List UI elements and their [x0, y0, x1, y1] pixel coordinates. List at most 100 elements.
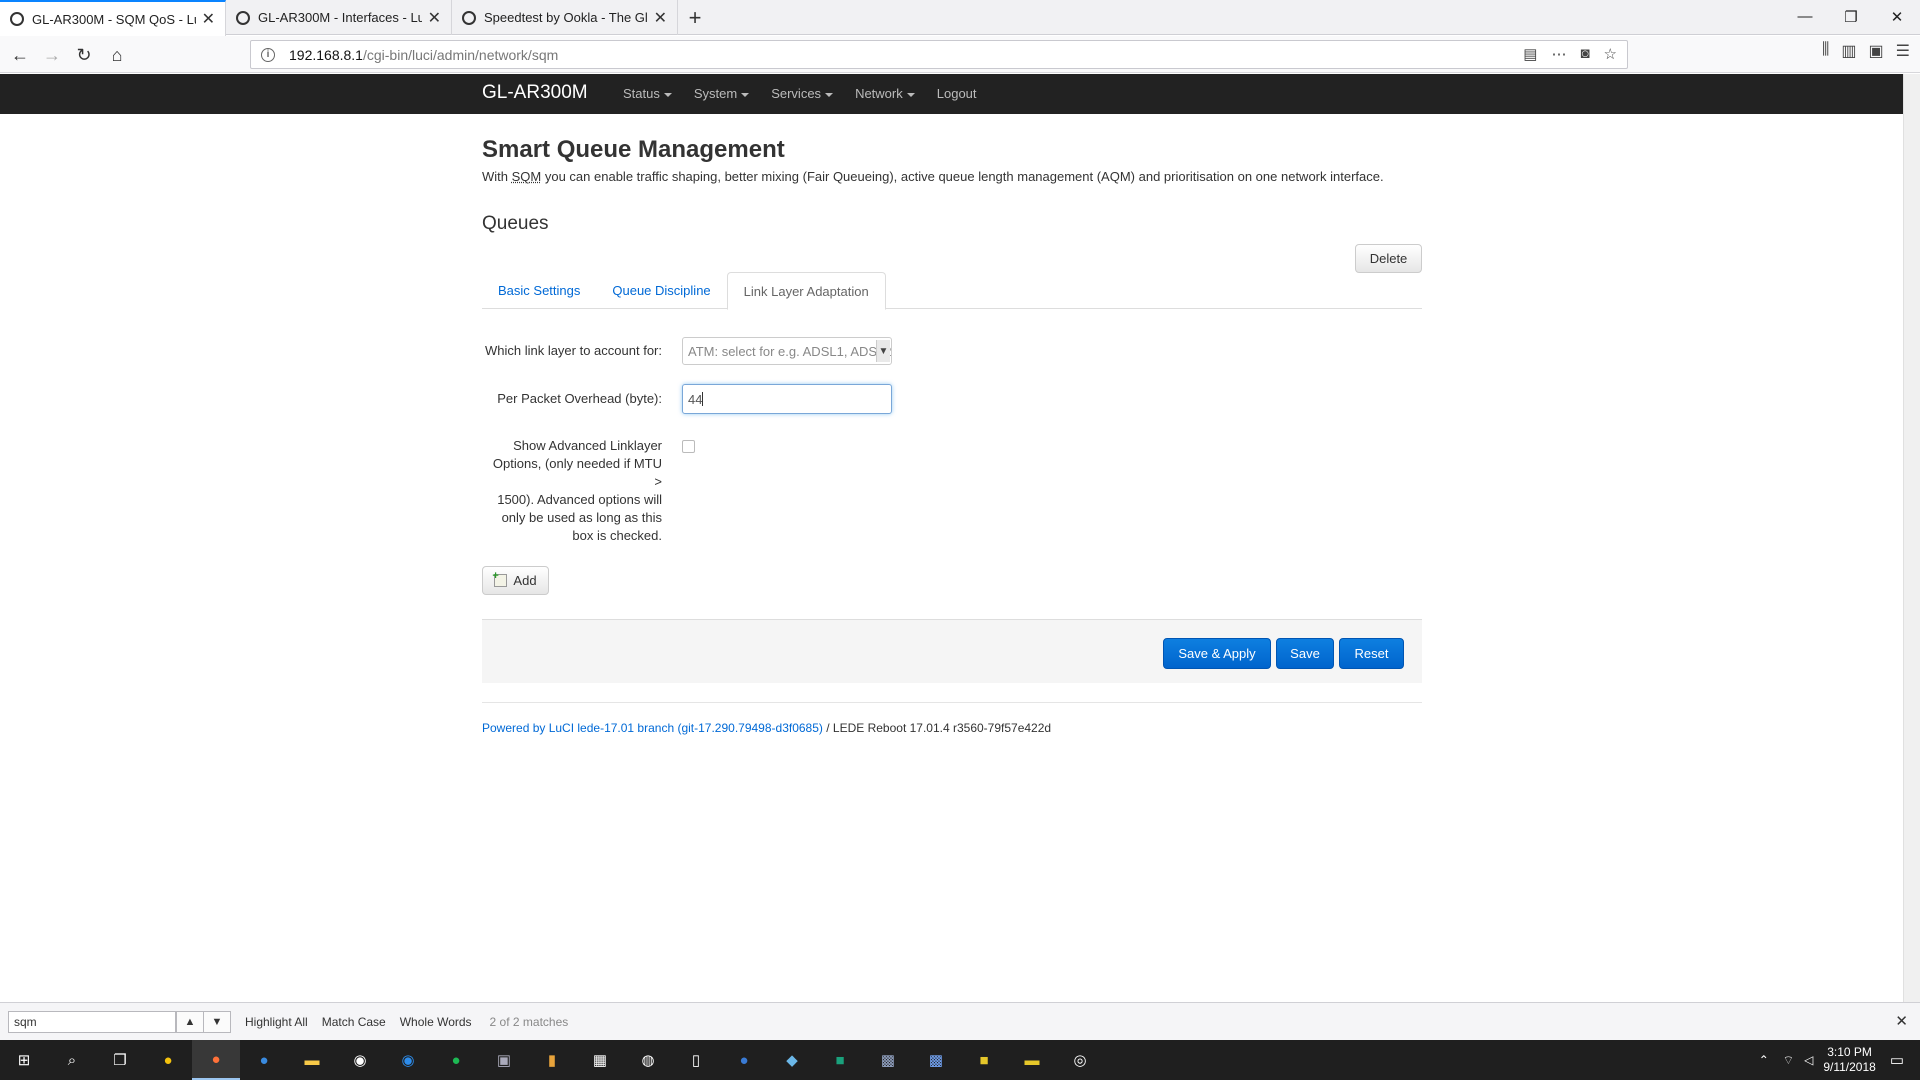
- obs-icon[interactable]: ◎: [1056, 1040, 1104, 1080]
- epic-games-icon[interactable]: ▦: [576, 1040, 624, 1080]
- browser-tab-strip: GL-AR300M - SQM QoS - LuCI ✕ GL-AR300M -…: [0, 0, 1920, 36]
- menu-network[interactable]: Network: [855, 86, 915, 101]
- overhead-label: Per Packet Overhead (byte):: [497, 391, 662, 406]
- find-previous-icon[interactable]: ▲: [176, 1010, 204, 1033]
- chat-icon[interactable]: ●: [720, 1040, 768, 1080]
- delete-button[interactable]: Delete: [1355, 244, 1422, 273]
- url-bar[interactable]: i 192.168.8.1/cgi-bin/luci/admin/network…: [250, 40, 1628, 69]
- link-layer-value: ATM: select for e.g. ADSL1, ADSL2, ADSL2…: [688, 343, 892, 359]
- page-scrollbar[interactable]: [1903, 74, 1920, 1002]
- new-tab-button[interactable]: +: [678, 0, 712, 35]
- tab-title: Speedtest by Ookla - The Glob: [484, 10, 648, 25]
- menu-status[interactable]: Status: [623, 86, 672, 101]
- sidebar-icon[interactable]: ▥: [1841, 41, 1856, 61]
- find-input[interactable]: sqm: [8, 1010, 176, 1033]
- minimize-icon[interactable]: —: [1782, 0, 1828, 33]
- tab-link-layer-adaptation[interactable]: Link Layer Adaptation: [726, 272, 886, 310]
- search-icon[interactable]: ⌕: [48, 1040, 96, 1080]
- reader-view-icon[interactable]: ▤: [1523, 45, 1537, 63]
- add-section-icon: +: [492, 570, 508, 587]
- add-button[interactable]: + Add: [482, 566, 549, 595]
- close-tab-icon[interactable]: ✕: [202, 9, 215, 29]
- sway-icon[interactable]: ■: [816, 1040, 864, 1080]
- page-actions-icon[interactable]: ⋯: [1551, 45, 1566, 63]
- caret-down-icon: [825, 92, 834, 97]
- wifi-icon[interactable]: ⌔: [1783, 1053, 1794, 1068]
- firefox-icon[interactable]: ●: [192, 1040, 240, 1080]
- volume-icon[interactable]: ◁: [1804, 1053, 1813, 1067]
- menu-system[interactable]: System: [694, 86, 750, 101]
- tab-title: GL-AR300M - SQM QoS - LuCI: [32, 11, 196, 27]
- document-icon[interactable]: ▯: [672, 1040, 720, 1080]
- highlight-all-toggle[interactable]: Highlight All: [245, 1015, 308, 1029]
- browser-tab-sqm[interactable]: GL-AR300M - SQM QoS - LuCI ✕: [0, 0, 226, 36]
- notifications-icon[interactable]: ▭: [1890, 1051, 1904, 1069]
- close-tab-icon[interactable]: ✕: [428, 8, 441, 28]
- save-apply-button[interactable]: Save & Apply: [1163, 638, 1271, 669]
- library-icon[interactable]: ⫼: [1822, 41, 1829, 61]
- site-info-icon[interactable]: i: [261, 47, 275, 62]
- back-icon[interactable]: ←: [6, 41, 34, 69]
- footer: Powered by LuCI lede-17.01 branch (git-1…: [482, 721, 1052, 735]
- start-icon[interactable]: ⊞: [0, 1040, 48, 1080]
- caret-down-icon: [663, 92, 672, 97]
- mail-icon[interactable]: ●: [240, 1040, 288, 1080]
- match-case-toggle[interactable]: Match Case: [322, 1015, 386, 1029]
- tray-overflow-icon[interactable]: ⌃: [1759, 1053, 1769, 1067]
- restore-icon[interactable]: ❐: [1828, 0, 1874, 33]
- luci-header: GL-AR300M Status System Services Network…: [0, 74, 1903, 114]
- link-layer-select[interactable]: ATM: select for e.g. ADSL1, ADSL2, ADSL2…: [682, 337, 892, 365]
- luci-favicon-icon: [236, 10, 250, 25]
- close-window-icon[interactable]: ✕: [1874, 0, 1920, 33]
- overhead-input[interactable]: 44: [682, 384, 892, 414]
- menu-logout[interactable]: Logout: [937, 86, 977, 101]
- media-icon[interactable]: ▬: [1008, 1040, 1056, 1080]
- speedtest-favicon-icon: [462, 10, 476, 25]
- text-caret: [702, 392, 704, 406]
- notes-icon[interactable]: ▮: [528, 1040, 576, 1080]
- sqm-abbr: SQM: [511, 169, 542, 184]
- close-findbar-icon[interactable]: ✕: [1895, 1012, 1908, 1030]
- forward-icon[interactable]: →: [38, 41, 66, 69]
- tab-queue-discipline[interactable]: Queue Discipline: [596, 272, 726, 309]
- reload-icon[interactable]: ↻: [70, 41, 98, 69]
- discord-icon[interactable]: ▣: [480, 1040, 528, 1080]
- browser-tab-speedtest[interactable]: Speedtest by Ookla - The Glob ✕: [452, 0, 678, 35]
- hamburger-menu-icon[interactable]: ☰: [1896, 41, 1910, 61]
- home-icon[interactable]: ⌂: [103, 41, 131, 69]
- caret-down-icon: [741, 92, 750, 97]
- caret-down-icon: [906, 92, 915, 97]
- find-next-icon[interactable]: ▼: [203, 1010, 231, 1033]
- tab-basic-settings[interactable]: Basic Settings: [482, 272, 596, 309]
- extension-icon[interactable]: ▣: [1869, 41, 1884, 61]
- section-title: Queues: [482, 213, 549, 234]
- brand[interactable]: GL-AR300M: [482, 82, 588, 104]
- save-button[interactable]: Save: [1276, 638, 1334, 669]
- menu-services[interactable]: Services: [771, 86, 834, 101]
- chrome-icon[interactable]: ●: [144, 1040, 192, 1080]
- find-matches-count: 2 of 2 matches: [489, 1014, 569, 1029]
- steam-icon[interactable]: ◍: [624, 1040, 672, 1080]
- teamviewer-icon[interactable]: ◉: [384, 1040, 432, 1080]
- bookmark-star-icon[interactable]: ☆: [1604, 45, 1617, 63]
- find-bar: sqm ▲ ▼ Highlight All Match Case Whole W…: [0, 1002, 1920, 1040]
- network-app-icon[interactable]: ▩: [864, 1040, 912, 1080]
- whole-words-toggle[interactable]: Whole Words: [400, 1015, 472, 1029]
- overhead-value: 44: [688, 391, 703, 407]
- pocket-icon[interactable]: ◙: [1580, 45, 1589, 63]
- reset-button[interactable]: Reset: [1339, 638, 1404, 669]
- file-explorer-icon[interactable]: ▬: [288, 1040, 336, 1080]
- notes-app-icon[interactable]: ■: [960, 1040, 1008, 1080]
- vpn-icon[interactable]: ◉: [336, 1040, 384, 1080]
- advanced-options-checkbox[interactable]: [682, 440, 695, 453]
- close-tab-icon[interactable]: ✕: [654, 8, 667, 28]
- luci-link[interactable]: Powered by LuCI lede-17.01 branch (git-1…: [482, 721, 823, 735]
- app-icon[interactable]: ◆: [768, 1040, 816, 1080]
- windows-taskbar: ⊞ ⌕ ❐ ● ● ● ▬ ◉ ◉ ● ▣ ▮ ▦ ◍ ▯ ● ◆ ■ ▩ ▩ …: [0, 1040, 1920, 1080]
- url-path: /cgi-bin/luci/admin/network/sqm: [362, 46, 559, 63]
- spotify-icon[interactable]: ●: [432, 1040, 480, 1080]
- network-app-icon[interactable]: ▩: [912, 1040, 960, 1080]
- task-view-icon[interactable]: ❐: [96, 1040, 144, 1080]
- clock[interactable]: 3:10 PM 9/11/2018: [1823, 1045, 1876, 1075]
- browser-tab-interfaces[interactable]: GL-AR300M - Interfaces - LuCI ✕: [226, 0, 452, 35]
